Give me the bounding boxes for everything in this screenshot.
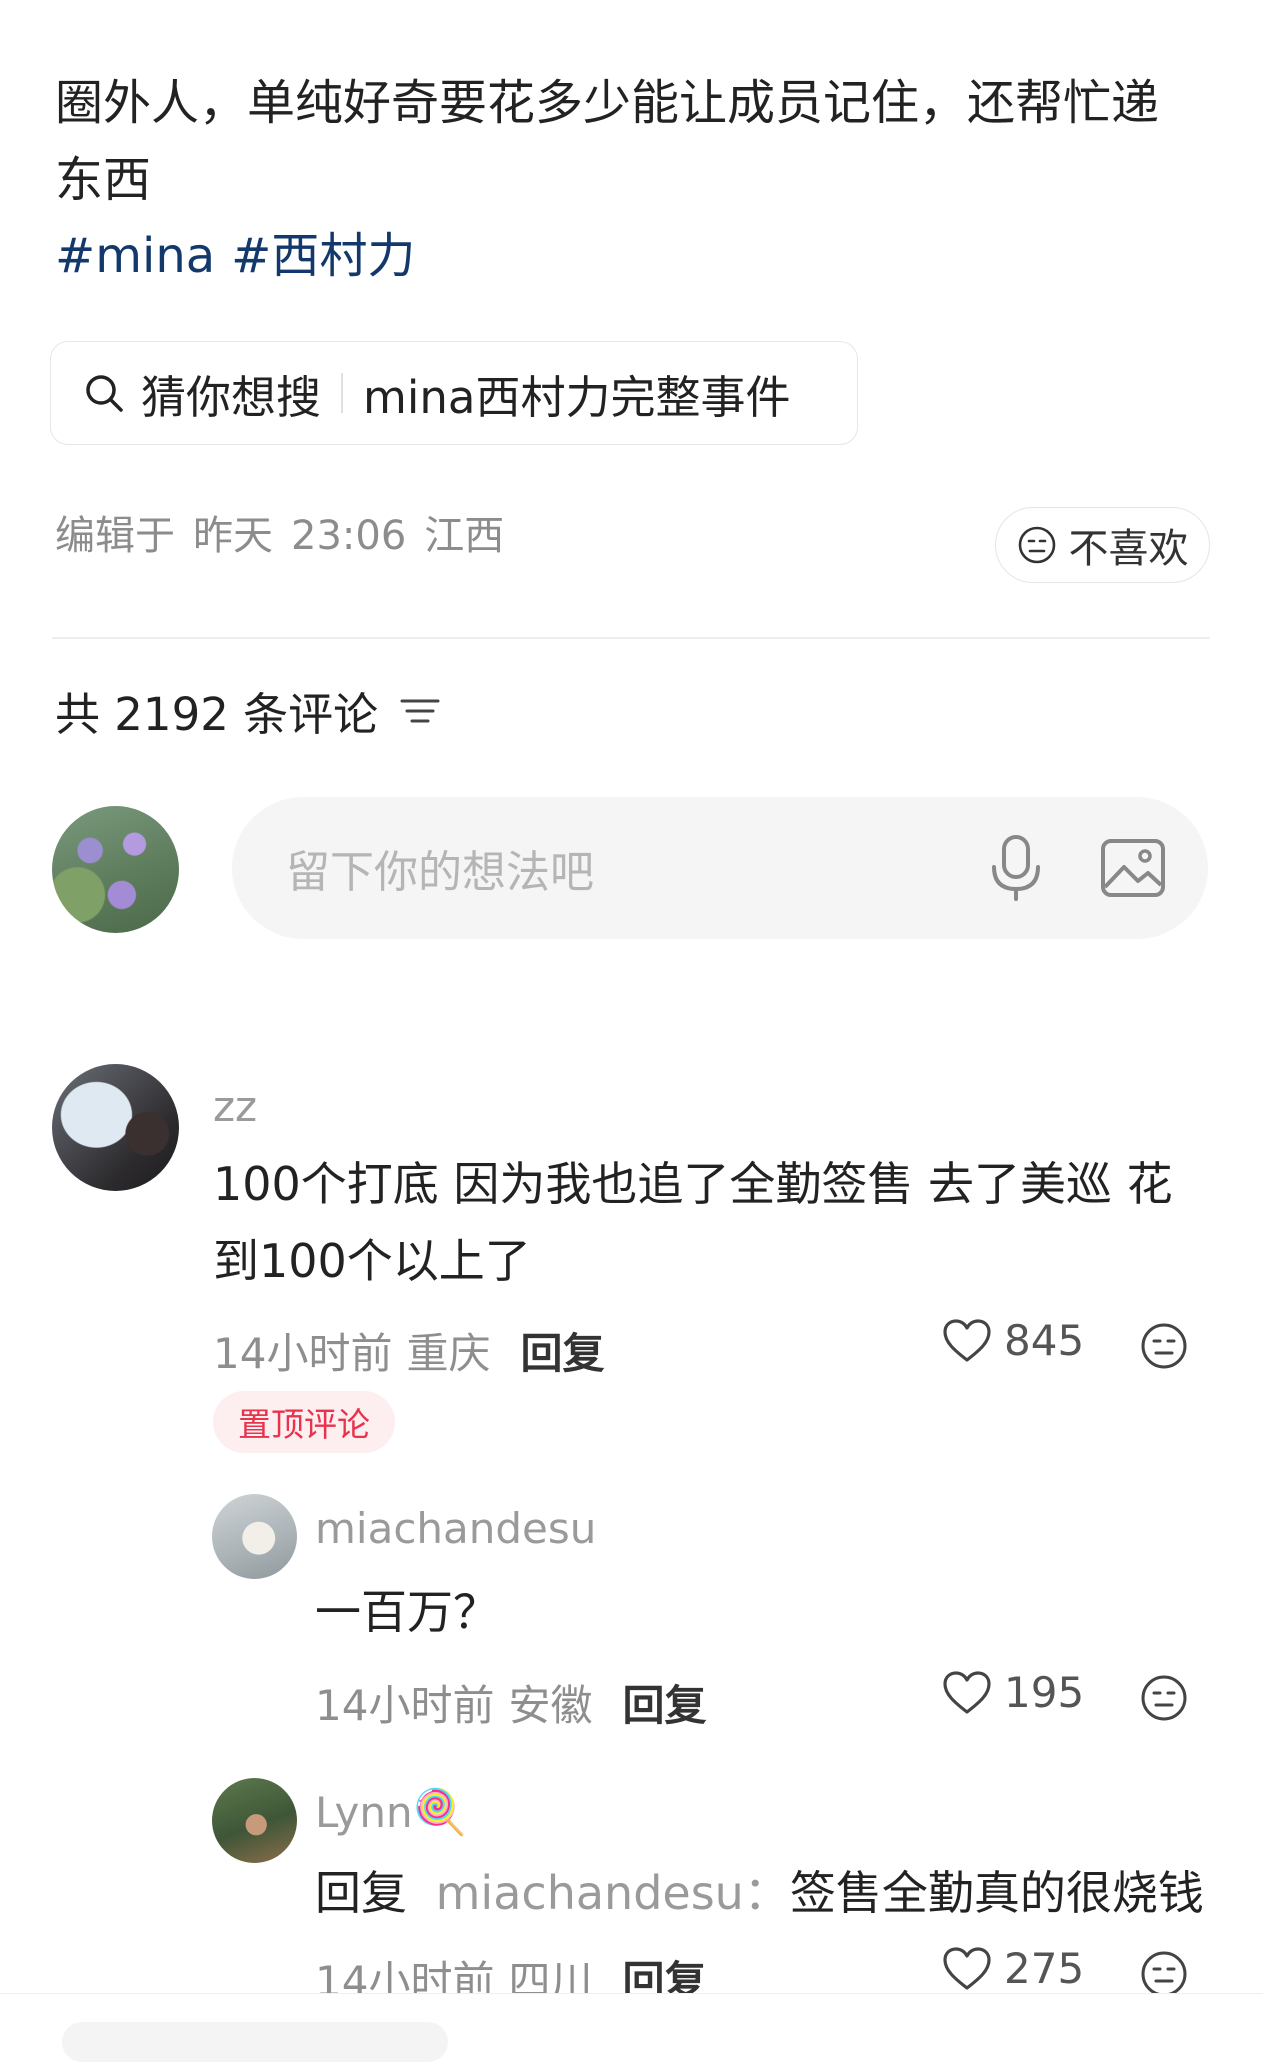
- search-icon: [81, 370, 127, 416]
- filter-icon[interactable]: [398, 691, 442, 731]
- dislike-face-icon[interactable]: [1140, 1674, 1188, 1722]
- comment-meta: 14小时前 重庆 回复: [213, 1320, 604, 1381]
- edited-time: 23:06: [291, 513, 407, 559]
- reply-username: Lynn: [315, 1787, 413, 1837]
- reply-username-row[interactable]: Lynn 🍭: [315, 1786, 467, 1838]
- comment-count: 共 2192 条评论: [55, 678, 442, 743]
- microphone-icon[interactable]: [986, 833, 1046, 903]
- search-suggestion[interactable]: 猜你想搜 mina西村力完整事件: [50, 341, 858, 445]
- comment-count-label: 共 2192 条评论: [55, 688, 379, 741]
- dislike-face-icon[interactable]: [1140, 1950, 1188, 1998]
- comment-input[interactable]: 留下你的想法吧: [232, 797, 1208, 939]
- comment-time: 14小时前: [213, 1329, 393, 1378]
- edited-meta: 编辑于 昨天 23:06 江西: [55, 503, 522, 561]
- reply-time: 14小时前: [315, 1681, 495, 1730]
- dislike-button[interactable]: 不喜欢: [995, 507, 1210, 583]
- reply-text-row: 回复 miachandesu：签售全勤真的很烧钱: [315, 1855, 1215, 1932]
- search-suggestion-label: 猜你想搜: [141, 370, 322, 424]
- edited-day: 昨天: [193, 513, 273, 559]
- avatar[interactable]: [212, 1778, 297, 1863]
- like-count: 195: [1004, 1668, 1085, 1717]
- comment-location: 重庆: [406, 1329, 491, 1378]
- reply-meta: 14小时前 安徽 回复: [315, 1672, 706, 1733]
- reply-button[interactable]: 回复: [622, 1672, 706, 1733]
- like-button[interactable]: 275: [942, 1944, 1084, 1993]
- heart-icon: [943, 1946, 991, 1990]
- divider: [341, 373, 344, 413]
- like-count: 275: [1004, 1944, 1085, 1993]
- edited-prefix: 编辑于: [55, 513, 175, 559]
- pinned-comment-badge: 置顶评论: [213, 1391, 395, 1453]
- reply-text: 签售全勤真的很烧钱: [789, 1866, 1204, 1920]
- dislike-label: 不喜欢: [1068, 526, 1189, 572]
- like-count: 845: [1004, 1316, 1085, 1365]
- heart-icon: [943, 1670, 991, 1714]
- like-button[interactable]: 195: [942, 1668, 1084, 1717]
- reply-to-user[interactable]: miachandesu：: [436, 1866, 790, 1920]
- dislike-face-icon: [1018, 526, 1055, 564]
- avatar[interactable]: [212, 1494, 297, 1579]
- comment-username[interactable]: zz: [213, 1082, 257, 1131]
- section-divider: [52, 637, 1210, 639]
- reply-location: 安徽: [508, 1681, 593, 1730]
- avatar[interactable]: [52, 1064, 179, 1191]
- dislike-face-icon[interactable]: [1140, 1322, 1188, 1370]
- reply-text: 一百万？: [315, 1585, 499, 1639]
- heart-icon: [943, 1318, 991, 1362]
- tag-mina[interactable]: #mina: [55, 228, 215, 284]
- comment-text: 100个打底 因为我也追了全勤签售 去了美巡 花到100个以上了: [213, 1157, 1173, 1288]
- image-icon[interactable]: [1098, 833, 1168, 903]
- comment-input-placeholder: 留下你的想法吧: [286, 847, 594, 898]
- like-button[interactable]: 845: [942, 1316, 1084, 1365]
- reply-button[interactable]: 回复: [520, 1320, 604, 1381]
- reply-username[interactable]: miachandesu: [315, 1504, 596, 1553]
- bottom-comment-pill[interactable]: [62, 2022, 448, 2062]
- lollipop-emoji: 🍭: [412, 1787, 468, 1838]
- reply-prefix: 回复: [315, 1866, 407, 1920]
- tag-xicunli[interactable]: #西村力: [231, 228, 415, 284]
- post-tags: #mina #西村力: [55, 218, 431, 295]
- my-avatar[interactable]: [52, 806, 179, 933]
- post-text: 圈外人，单纯好奇要花多少能让成员记住，还帮忙递东西: [55, 75, 1160, 208]
- search-suggestion-query: mina西村力完整事件: [363, 370, 791, 424]
- edited-location: 江西: [424, 513, 505, 559]
